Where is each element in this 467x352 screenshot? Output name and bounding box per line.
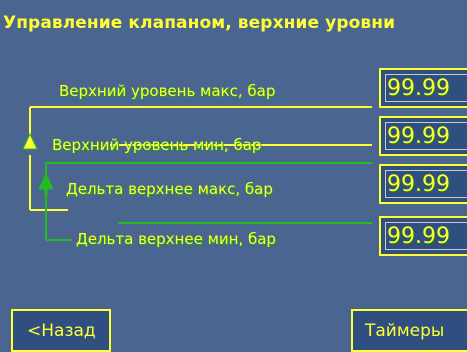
param-label-upper-min: Верхний уровень мин, бар (52, 136, 262, 154)
value-field-delta-max[interactable]: 99.99 (379, 164, 467, 204)
param-label-delta-max: Дельта верхнее макс, бар (66, 180, 273, 198)
up-arrow-icon-green (38, 172, 54, 196)
value-text-delta-min: 99.99 (387, 224, 450, 249)
value-field-delta-min[interactable]: 99.99 (379, 216, 467, 256)
delta-bracket (45, 162, 372, 241)
up-arrow-icon-yellow (22, 132, 38, 150)
timers-button[interactable]: Таймеры (351, 309, 467, 352)
value-text-delta-max: 99.99 (387, 172, 450, 197)
value-text-upper-min: 99.99 (387, 124, 450, 149)
value-field-upper-max[interactable]: 99.99 (379, 68, 467, 108)
valve-control-screen: Управление клапаном, верхние уровни Верх… (0, 0, 467, 352)
value-field-upper-min[interactable]: 99.99 (379, 116, 467, 156)
back-button[interactable]: <Назад (11, 309, 111, 352)
timers-button-label: Таймеры (365, 321, 445, 341)
param-label-delta-min: Дельта верхнее мин, бар (76, 230, 276, 248)
back-button-label: <Назад (27, 321, 96, 341)
param-label-upper-max: Верхний уровень макс, бар (59, 82, 276, 100)
value-text-upper-max: 99.99 (387, 76, 450, 101)
